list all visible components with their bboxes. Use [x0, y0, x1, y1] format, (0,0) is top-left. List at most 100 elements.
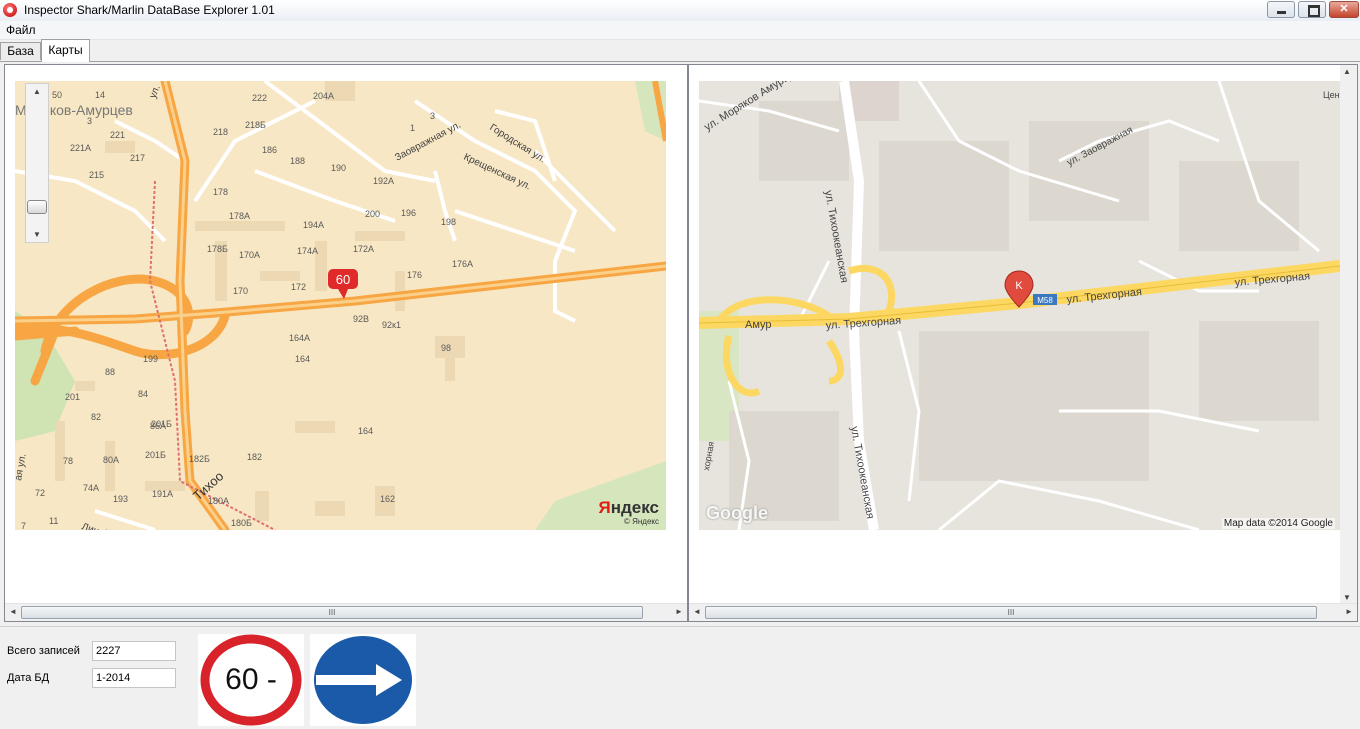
building-number-label: 3: [430, 111, 435, 121]
scroll-down-icon[interactable]: ▼: [1343, 593, 1351, 602]
minimize-button[interactable]: [1267, 1, 1295, 18]
map-attribution: Map data ©2014 Google: [1221, 518, 1335, 529]
building-number-label: 198: [441, 217, 456, 227]
building-number-label: 186: [262, 145, 277, 155]
building-number-label: 50: [52, 90, 62, 100]
yandex-copyright: © Яндекс: [623, 517, 659, 526]
svg-text:60 -: 60 -: [225, 663, 277, 696]
building-number-label: 180А: [208, 496, 229, 506]
yandex-map-pane: 60 Моряков-Амурцев Заовражная ул. Городс…: [4, 64, 688, 622]
building-number-label: 178: [213, 187, 228, 197]
building-number-label: 98: [441, 343, 451, 353]
building-number-label: 180Б: [231, 518, 252, 528]
zoom-in-icon[interactable]: ▲: [33, 87, 41, 96]
building-number-label: 182Б: [189, 454, 210, 464]
window-title: Inspector Shark/Marlin DataBase Explorer…: [24, 3, 275, 17]
tab-database[interactable]: База: [0, 42, 41, 60]
building-number-label: 196: [401, 208, 416, 218]
building-number-label: 178Б: [207, 244, 228, 254]
building-number-label: 193: [113, 494, 128, 504]
building-number-label: 82: [91, 412, 101, 422]
building-number-label: 217: [130, 153, 145, 163]
scroll-up-icon[interactable]: ▲: [1343, 67, 1351, 76]
svg-text:ул. Трехгорная: ул. Трехгорная: [1066, 286, 1142, 306]
building-number-label: 84: [138, 389, 148, 399]
scroll-right-icon[interactable]: ►: [673, 606, 685, 618]
building-number-label: 190: [331, 163, 346, 173]
building-number-label: 7: [21, 521, 26, 530]
building-number-label: 194А: [303, 220, 324, 230]
zoom-out-icon[interactable]: ▼: [33, 230, 41, 239]
menu-bar: Файл: [0, 21, 1360, 40]
db-date-field[interactable]: 1-2014: [92, 668, 176, 688]
zoom-knob[interactable]: [27, 200, 47, 214]
building-number-label: 72: [35, 488, 45, 498]
building-number-label: 178А: [229, 211, 250, 221]
svg-text:Крещенская ул.: Крещенская ул.: [462, 152, 533, 193]
building-number-label: 11: [49, 516, 58, 526]
building-number-label: 201Б: [151, 419, 172, 429]
building-number-label: 1: [410, 123, 415, 133]
building-number-label: 182: [247, 452, 262, 462]
building-number-label: 78: [63, 456, 73, 466]
building-number-label: 164: [295, 354, 310, 364]
svg-text:ул. Тихоокеанская: ул. Тихоокеанская: [848, 425, 876, 519]
close-button[interactable]: [1329, 1, 1359, 18]
building-number-label: 192А: [373, 176, 394, 186]
maximize-button[interactable]: [1298, 1, 1326, 18]
svg-text:K: K: [1015, 280, 1023, 292]
building-number-label: 162: [380, 494, 395, 504]
tab-strip: База Карты: [0, 39, 1360, 62]
building-number-label: 221А: [70, 143, 91, 153]
horizontal-scrollbar-left[interactable]: ◄ III ►: [5, 603, 687, 621]
building-number-label: 199: [143, 354, 158, 364]
building-number-label: 188: [290, 156, 305, 166]
building-number-label: 221: [110, 130, 125, 140]
scroll-right-icon[interactable]: ►: [1343, 606, 1355, 618]
building-number-label: 176: [407, 270, 422, 280]
zoom-slider[interactable]: ▲ ▼: [25, 83, 49, 243]
yandex-map-canvas: 60 Моряков-Амурцев Заовражная ул. Городс…: [15, 81, 666, 530]
scroll-thumb[interactable]: III: [705, 606, 1317, 619]
app-icon: [3, 3, 17, 17]
svg-text:хорная: хорная: [701, 441, 716, 472]
scroll-thumb[interactable]: III: [21, 606, 643, 619]
svg-text:Цен: Цен: [1323, 90, 1340, 100]
tab-maps[interactable]: Карты: [41, 39, 90, 62]
building-number-label: 218: [213, 127, 228, 137]
yandex-logo: Яндекс © Яндекс: [598, 498, 659, 527]
building-number-label: 215: [89, 170, 104, 180]
yandex-map[interactable]: 60 Моряков-Амурцев Заовражная ул. Городс…: [15, 81, 666, 530]
speed-limit-sign: 60 -: [198, 634, 304, 726]
menu-file[interactable]: Файл: [6, 23, 36, 37]
building-number-label: 222: [252, 93, 267, 103]
db-date-label: Дата БД: [7, 672, 50, 684]
building-number-label: 14: [95, 90, 105, 100]
scroll-left-icon[interactable]: ◄: [7, 606, 19, 618]
info-panel: Всего записей 2227 Дата БД 1-2014 60 -: [0, 626, 1360, 727]
building-number-label: 92к1: [382, 320, 401, 330]
building-number-label: 170: [233, 286, 248, 296]
total-records-field[interactable]: 2227: [92, 641, 176, 661]
building-number-label: 164: [358, 426, 373, 436]
title-bar: Inspector Shark/Marlin DataBase Explorer…: [0, 0, 1360, 22]
vertical-scrollbar-right[interactable]: ▲ ▼: [1340, 65, 1357, 604]
scroll-left-icon[interactable]: ◄: [691, 606, 703, 618]
svg-text:ая ул.: ая ул.: [15, 453, 29, 482]
building-number-label: 200: [365, 209, 380, 219]
building-number-label: 201Б: [145, 450, 166, 460]
google-logo: Google: [706, 503, 768, 523]
speed-marker: 60: [328, 269, 358, 299]
svg-text:60: 60: [336, 272, 350, 287]
building-number-label: 204А: [313, 91, 334, 101]
building-number-label: 191А: [152, 489, 173, 499]
svg-text:M58: M58: [1037, 296, 1053, 305]
google-map[interactable]: M58 K ул. Моряков Амурцев ул. Заовражная…: [699, 81, 1340, 530]
building-number-label: 172: [291, 282, 306, 292]
building-number-label: 92В: [353, 314, 369, 324]
svg-text:Заовражная ул.: Заовражная ул.: [393, 120, 463, 164]
building-number-label: 218Б: [245, 120, 266, 130]
horizontal-scrollbar-right[interactable]: ◄ III ►: [689, 603, 1357, 621]
svg-text:Амур: Амур: [745, 319, 772, 331]
building-number-label: 164А: [289, 333, 310, 343]
